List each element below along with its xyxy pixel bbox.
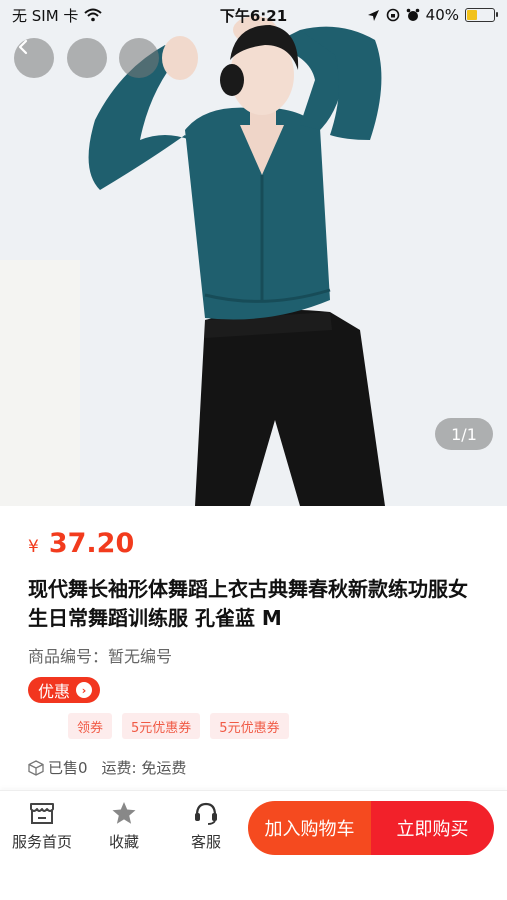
model-photo [0,0,507,506]
status-time: 下午6:21 [219,6,288,25]
package-icon [28,759,44,776]
product-image[interactable]: 1/1 [0,0,507,506]
chevron-left-icon [18,39,28,55]
carrier-label: 无 SIM 卡 [12,6,79,25]
headset-icon [195,802,217,825]
service-home-label: 服务首页 [11,833,72,851]
product-info: ¥ 37.20 现代舞长袖形体舞蹈上衣古典舞春秋新款练功服女生日常舞蹈训练服 孔… [0,506,507,778]
currency-symbol: ¥ [28,537,39,557]
battery-percent: 40% [425,6,459,24]
customer-service-label: 客服 [190,833,221,851]
coupon-item[interactable]: 5元优惠券 [210,713,289,739]
wifi-icon [84,8,103,22]
coupon-list: 领券 5元优惠券 5元优惠券 [68,713,479,739]
price-value: 37.20 [48,528,135,559]
promo-label: 优惠 [38,682,71,701]
back-button[interactable] [14,38,54,78]
coupon-item[interactable]: 5元优惠券 [122,713,201,739]
store-icon [30,803,54,824]
battery-icon [465,8,498,22]
purchase-actions: 加入购物车 立即购买 [248,801,494,855]
nav-circle-button[interactable] [119,38,159,78]
shipping-label: 运费: 免运费 [101,759,187,777]
image-page-indicator: 1/1 [435,418,493,450]
star-icon [112,802,136,824]
promo-button[interactable]: 优惠 › [28,677,101,703]
favorite-button[interactable]: 收藏 [84,801,164,852]
sold-count: 已售0 [28,757,88,778]
product-sku: 商品编号：暂无编号 [28,647,173,666]
product-title: 现代舞长袖形体舞蹈上衣古典舞春秋新款练功服女生日常舞蹈训练服 孔雀蓝 M [28,577,468,630]
status-bar: 无 SIM 卡 下午6:21 40% [0,0,507,30]
customer-service-button[interactable]: 客服 [166,801,246,852]
price: ¥ 37.20 [28,528,479,559]
product-meta: 已售0 运费: 免运费 [28,757,479,778]
coupon-claim[interactable]: 领券 [68,713,113,739]
alarm-icon [406,8,419,21]
sold-label: 已售0 [48,759,88,777]
add-to-cart-button[interactable]: 加入购物车 [248,801,371,855]
nav-circle-button[interactable] [67,38,107,78]
favorite-label: 收藏 [108,833,139,851]
buy-now-button[interactable]: 立即购买 [371,801,494,855]
battery-level [467,10,478,20]
bottom-bar: 服务首页 收藏 客服 加入购物车 立即购买 [0,790,507,900]
service-home-button[interactable]: 服务首页 [2,801,82,852]
lock-rotation-icon [386,8,399,22]
location-icon [367,9,379,21]
chevron-right-icon: › [76,682,93,698]
